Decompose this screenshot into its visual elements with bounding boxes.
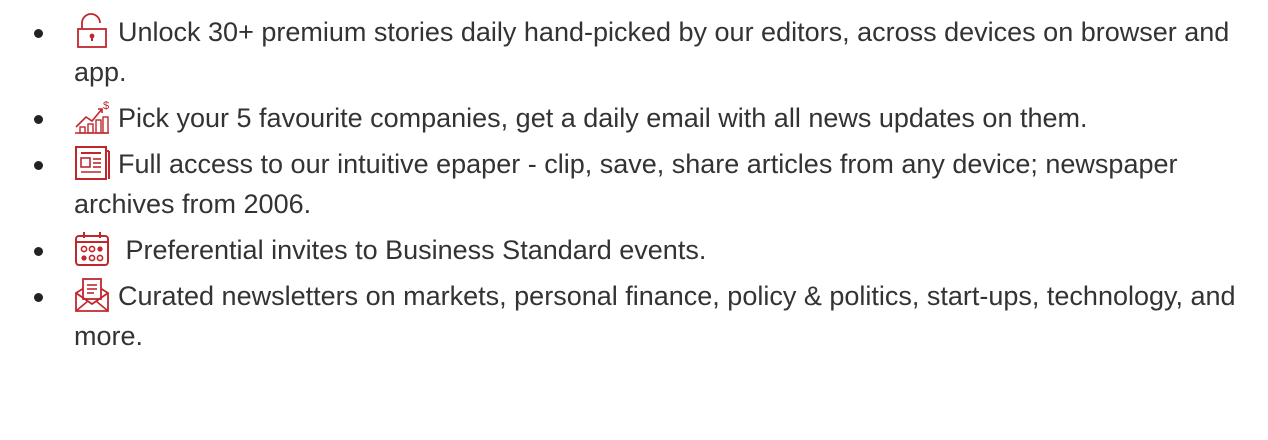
benefit-text: Pick your 5 favourite companies, get a d… [118, 103, 1088, 133]
svg-text:$: $ [103, 100, 109, 112]
bullet [34, 161, 43, 170]
bullet [34, 293, 43, 302]
calendar-icon [74, 231, 110, 267]
benefit-body: Curated newsletters on markets, personal… [74, 276, 1268, 356]
unlock-icon [74, 13, 110, 49]
list-item: Full access to our intuitive epaper - cl… [0, 144, 1268, 224]
bullet [34, 115, 43, 124]
benefit-body: Unlock 30+ premium stories daily hand-pi… [74, 12, 1268, 92]
benefit-text: Unlock 30+ premium stories daily hand-pi… [74, 17, 1230, 87]
bullet [34, 247, 43, 256]
benefit-body: Preferential invites to Business Standar… [74, 230, 1268, 270]
epaper-icon [74, 145, 110, 181]
benefit-text: Full access to our intuitive epaper - cl… [74, 149, 1178, 219]
list-item: Preferential invites to Business Standar… [0, 230, 1268, 270]
benefit-text: Curated newsletters on markets, personal… [74, 281, 1236, 351]
list-item: $ Pick your 5 favourite companies, get a… [0, 98, 1268, 138]
bullet [34, 29, 43, 38]
benefit-body: Full access to our intuitive epaper - cl… [74, 144, 1268, 224]
benefit-body: $ Pick your 5 favourite companies, get a… [74, 98, 1268, 138]
newsletter-icon [74, 277, 110, 313]
benefits-list: Unlock 30+ premium stories daily hand-pi… [0, 12, 1268, 356]
list-item: Unlock 30+ premium stories daily hand-pi… [0, 12, 1268, 92]
growth-chart-icon: $ [74, 99, 110, 135]
benefit-text: Preferential invites to Business Standar… [118, 235, 707, 265]
list-item: Curated newsletters on markets, personal… [0, 276, 1268, 356]
